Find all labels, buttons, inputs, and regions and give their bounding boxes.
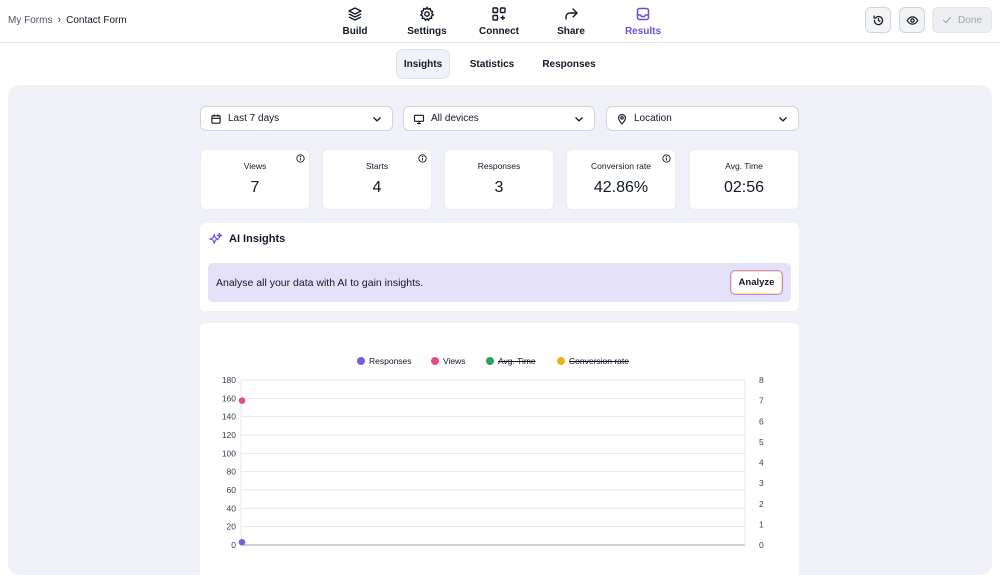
nav-results-label: Results	[624, 26, 662, 37]
stat-card-views: Views 7	[200, 149, 310, 210]
preview-button[interactable]	[899, 7, 925, 33]
nav-build[interactable]: Build	[320, 4, 390, 40]
nav-settings[interactable]: Settings	[392, 4, 462, 40]
sparkles-icon	[209, 232, 223, 244]
y-right-tick-label: 4	[759, 458, 764, 468]
stat-card-conversion-rate: Conversion rate 42.86%	[566, 149, 676, 210]
history-button[interactable]	[865, 7, 891, 33]
y-left-tick-label: 180	[222, 375, 236, 385]
nav-connect[interactable]: Connect	[464, 4, 534, 40]
nav-share[interactable]: Share	[536, 4, 606, 40]
check-icon	[943, 16, 952, 24]
stat-label: Conversion rate	[590, 161, 651, 171]
y-right-tick-label: 8	[759, 375, 764, 385]
done-button[interactable]: Done	[932, 7, 992, 33]
info-icon[interactable]	[296, 154, 305, 163]
location-value: Location	[634, 113, 672, 124]
info-icon[interactable]	[662, 154, 671, 163]
nav-connect-label: Connect	[479, 26, 519, 37]
breadcrumb-separator: ›	[57, 14, 62, 26]
y-right-tick-label: 6	[759, 416, 764, 426]
stat-value: 7	[250, 179, 260, 196]
y-left-tick-label: 0	[231, 540, 236, 550]
connect-grid-icon	[492, 7, 506, 21]
chevron-down-icon	[779, 117, 787, 122]
y-left-tick-label: 140	[222, 412, 236, 422]
y-left-tick-label: 160	[222, 393, 236, 403]
location-pin-icon	[618, 113, 626, 125]
tab-statistics[interactable]: Statistics	[462, 49, 522, 79]
ai-insights-prompt: Analyse all your data with AI to gain in…	[216, 277, 424, 289]
chevron-down-icon	[373, 117, 381, 122]
gear-icon	[419, 6, 435, 22]
top-bar: My Forms › Contact Form Build Settings C…	[0, 0, 1000, 43]
y-right-tick-label: 2	[759, 499, 764, 509]
data-point-views	[238, 397, 246, 404]
y-left-tick-label: 80	[227, 467, 237, 477]
y-left-tick-label: 40	[227, 503, 237, 513]
y-right-tick-label: 7	[759, 396, 764, 406]
nav-build-label: Build	[342, 26, 368, 37]
ai-insights-title: AI Insights	[229, 233, 286, 245]
nav-results[interactable]: Results	[608, 4, 678, 40]
breadcrumb: My Forms › Contact Form	[8, 14, 127, 26]
stat-value: 4	[372, 179, 382, 196]
y-right-tick-label: 5	[759, 437, 764, 447]
breadcrumb-my-forms[interactable]: My Forms	[8, 15, 52, 26]
device-select[interactable]: All devices	[403, 106, 595, 131]
info-icon[interactable]	[418, 154, 427, 163]
data-point-responses	[238, 538, 246, 546]
breadcrumb-current-form: Contact Form	[66, 14, 127, 26]
tab-responses[interactable]: Responses	[536, 49, 602, 79]
y-left-tick-label: 120	[222, 430, 236, 440]
done-label: Done	[958, 14, 982, 26]
share-arrow-icon	[565, 8, 578, 20]
stat-label: Views	[243, 161, 267, 171]
stat-card-responses: Responses 3	[444, 149, 554, 210]
chart-card: Responses Views Avg. Time Conversion rat…	[200, 323, 799, 583]
y-right-tick-label: 1	[759, 519, 764, 529]
stat-label: Responses	[477, 161, 521, 171]
chevron-down-icon	[575, 117, 583, 122]
y-left-tick-label: 60	[227, 485, 237, 495]
stat-label: Avg. Time	[725, 161, 763, 171]
chart-plot: 0 20 40 60 80 100 120 140 160 180 0 1 2 3 4 5 6 7 8	[222, 375, 764, 550]
stat-card-starts: Starts 4	[322, 149, 432, 210]
analyze-button[interactable]: Analyze	[730, 270, 783, 295]
y-left-tick-label: 20	[227, 522, 237, 532]
nav-settings-label: Settings	[407, 26, 447, 37]
layers-icon	[348, 7, 362, 21]
y-right-tick-label: 0	[759, 540, 764, 550]
location-select[interactable]: Location	[606, 106, 799, 131]
stat-value: 3	[494, 179, 504, 196]
history-icon	[872, 14, 883, 25]
y-left-tick-label: 100	[222, 448, 236, 458]
device-value: All devices	[431, 113, 479, 124]
stat-label: Starts	[365, 161, 389, 171]
tab-insights[interactable]: Insights	[396, 49, 450, 79]
monitor-icon	[413, 114, 425, 124]
date-range-select[interactable]: Last 7 days	[200, 106, 393, 131]
calendar-icon	[211, 114, 221, 124]
stat-card-avg-time: Avg. Time 02:56	[689, 149, 799, 210]
stat-value: 42.86%	[593, 179, 649, 196]
nav-share-label: Share	[557, 26, 585, 37]
y-right-tick-label: 3	[759, 478, 764, 488]
stat-value: 02:56	[723, 179, 765, 196]
inbox-icon	[636, 7, 650, 21]
ai-insights-banner: Analyse all your data with AI to gain in…	[208, 263, 791, 302]
date-range-value: Last 7 days	[228, 113, 280, 124]
eye-icon	[906, 15, 918, 25]
ai-insights-card: AI Insights Analyse all your data with A…	[200, 223, 799, 311]
